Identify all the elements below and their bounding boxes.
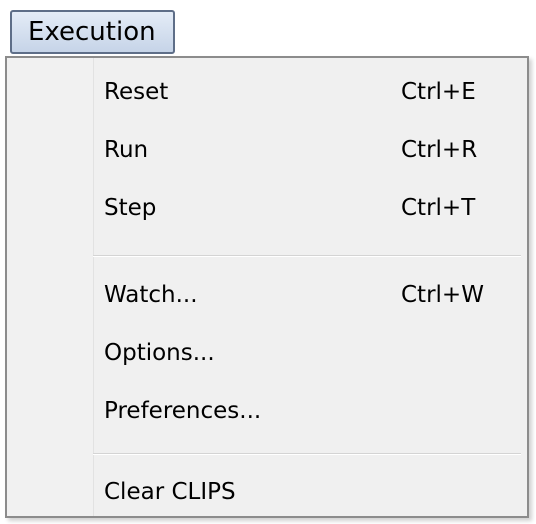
execution-dropdown-menu: Reset Ctrl+E Run Ctrl+R Step Ctrl+T Watc… (5, 56, 529, 518)
menu-item-shortcut: Ctrl+R (401, 137, 478, 163)
menu-item-label: Preferences... (104, 398, 262, 424)
menu-item-shortcut: Ctrl+W (401, 282, 484, 308)
menu-item-run[interactable]: Run Ctrl+R (7, 121, 527, 179)
menu-item-clear-clips[interactable]: Clear CLIPS (7, 463, 527, 521)
menu-item-shortcut: Ctrl+E (401, 79, 476, 105)
menu-item-reset[interactable]: Reset Ctrl+E (7, 63, 527, 121)
menu-item-label: Watch... (104, 282, 198, 308)
menu-separator (93, 255, 521, 257)
menu-separator (93, 453, 521, 455)
menu-item-label: Reset (104, 79, 169, 105)
menu-item-options[interactable]: Options... (7, 324, 527, 382)
menu-item-label: Step (104, 195, 157, 221)
menu-item-label: Clear CLIPS (104, 479, 236, 505)
menu-item-preferences[interactable]: Preferences... (7, 382, 527, 440)
execution-menu-button[interactable]: Execution (10, 10, 175, 54)
menu-item-watch[interactable]: Watch... Ctrl+W (7, 266, 527, 324)
menu-item-label: Run (104, 137, 149, 163)
menu-item-shortcut: Ctrl+T (401, 195, 476, 221)
menu-item-step[interactable]: Step Ctrl+T (7, 179, 527, 237)
menu-item-label: Options... (104, 340, 215, 366)
execution-menu-label: Execution (28, 17, 156, 47)
